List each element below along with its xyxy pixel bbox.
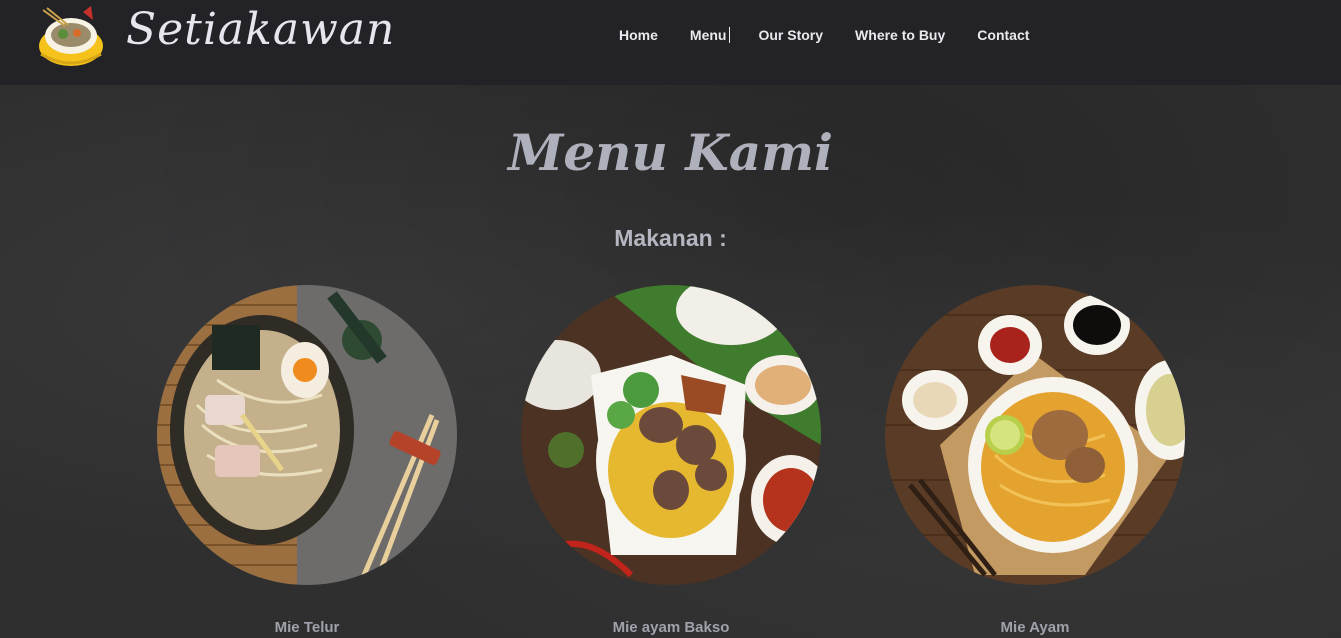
- mie-ayam-photo[interactable]: [885, 285, 1185, 585]
- noodle-bowl-logo-icon[interactable]: [35, 6, 107, 68]
- nav-where-to-buy[interactable]: Where to Buy: [839, 24, 961, 48]
- menu-item-mie-ayam[interactable]: Mie Ayam: [885, 285, 1185, 636]
- top-navbar: Setiakawan Home Menu Our Story Where to …: [0, 0, 1341, 85]
- nav-home[interactable]: Home: [603, 24, 674, 48]
- menu-item-name: Mie ayam Bakso: [612, 619, 730, 636]
- menu-item-name: Mie Ayam: [1000, 619, 1070, 636]
- main-navigation: Home Menu Our Story Where to Buy Contact: [603, 24, 1045, 48]
- menu-item-name: Mie Telur: [274, 619, 340, 636]
- menu-item-mie-telur[interactable]: Mie Telur: [157, 285, 457, 636]
- mie-telur-photo[interactable]: [157, 285, 457, 585]
- page-title: Menu Kami: [507, 123, 834, 182]
- nav-contact[interactable]: Contact: [961, 24, 1045, 48]
- menu-item-mie-ayam-bakso[interactable]: Mie ayam Bakso: [521, 285, 821, 636]
- mie-ayam-bakso-photo[interactable]: [521, 285, 821, 585]
- nav-our-story[interactable]: Our Story: [742, 24, 839, 48]
- brand-name[interactable]: Setiakawan: [126, 2, 395, 58]
- section-title: Makanan :: [614, 225, 727, 251]
- nav-menu[interactable]: Menu: [674, 24, 743, 48]
